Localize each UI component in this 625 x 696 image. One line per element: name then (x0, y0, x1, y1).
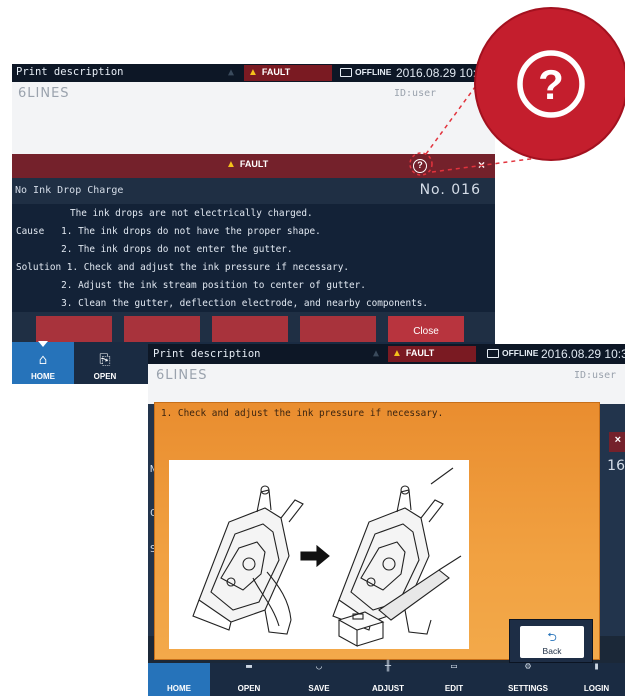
back-button[interactable]: ⮌ Back (520, 626, 584, 658)
dialog-header: ▲ FAULT ? × (12, 154, 495, 178)
dialog-fault-title: ▲ FAULT (226, 159, 269, 170)
message-name: 6LINES (156, 368, 208, 383)
fault-description: The ink drops are not electrically charg… (12, 204, 495, 312)
active-marker (38, 341, 48, 347)
settings-icon: ⚙ (524, 661, 532, 672)
screen-title: Print description (16, 66, 124, 78)
login-icon: ▮ (593, 661, 600, 672)
datetime: 2016.08.29 10:39 (396, 66, 490, 80)
description-line: The ink drops are not electrically charg… (70, 208, 313, 219)
nav-label: HOME (31, 372, 55, 381)
warning-icon: ▲ (226, 159, 236, 170)
status-bar: Print description ▲ ▲ FAULT OFFLINE 2016.… (148, 344, 625, 364)
back-button-frame: ⮌ Back (509, 619, 593, 663)
help-icon[interactable]: ? (413, 159, 427, 173)
back-label: Back (542, 646, 562, 656)
warning-icon: ▲ (392, 348, 402, 359)
status-bar: Print description ▲ ▲ FAULT OFFLINE 2016.… (12, 64, 495, 82)
monitor-icon (487, 349, 499, 359)
warning-icon-dim: ▲ (228, 67, 235, 78)
nav-adjust[interactable]: ╫ ADJUST (355, 661, 421, 696)
solution-line: Solution 1. Check and adjust the ink pre… (16, 262, 350, 273)
ink-pressure-diagram (192, 467, 462, 647)
message-preview: 6LINES ID:user (148, 364, 625, 404)
help-panel: 1. Check and adjust the ink pressure if … (154, 402, 600, 663)
message-row: No Ink Drop Charge No. 016 (12, 182, 495, 202)
cause-line: Cause 1. The ink drops do not have the p… (16, 226, 321, 237)
screen-title: Print description (153, 348, 261, 360)
solution-line: 3. Clean the gutter, deflection electrod… (16, 298, 429, 309)
close-icon[interactable]: × (615, 434, 621, 446)
user-id: ID:user (574, 370, 617, 381)
nav-label: OPEN (93, 372, 117, 381)
instruction-illustration (169, 460, 469, 649)
close-icon[interactable]: × (478, 158, 485, 172)
open-icon: ⎘ (99, 352, 111, 368)
message-preview: 6LINES ID:user (12, 82, 495, 154)
help-screen: Print description ▲ ▲ FAULT OFFLINE 2016.… (148, 344, 625, 696)
nav-settings[interactable]: ⚙ SETTINGS (488, 661, 568, 696)
nav-login[interactable]: ▮ LOGIN (568, 661, 625, 696)
nav-home[interactable]: HOME (148, 663, 210, 696)
bottom-nav: HOME ▬ OPEN ◡ SAVE ╫ ADJUST ▭ EDIT ⚙ SETTINGS… (148, 661, 625, 696)
monitor-icon (340, 68, 352, 78)
user-id: ID:user (394, 88, 437, 99)
help-instruction: 1. Check and adjust the ink pressure if … (161, 408, 444, 419)
nav-save[interactable]: ◡ SAVE (288, 661, 350, 696)
nav-home[interactable]: ⌂ HOME (12, 341, 74, 384)
fault-name: No Ink Drop Charge (15, 185, 124, 196)
nav-open[interactable]: ⎘ OPEN (74, 342, 136, 384)
warning-icon: ▲ (248, 67, 258, 78)
nav-open[interactable]: ▬ OPEN (218, 661, 280, 696)
message-name: 6LINES (18, 86, 70, 101)
edit-icon: ▭ (450, 661, 458, 672)
question-glyph: ? (538, 61, 564, 108)
datetime: 2016.08.29 10:39 (541, 347, 625, 361)
save-icon: ◡ (315, 661, 323, 672)
fault-number-fragment: 16 (607, 458, 625, 474)
nav-edit[interactable]: ▭ EDIT (426, 661, 482, 696)
offline-status: OFFLINE (487, 348, 538, 359)
offline-status: OFFLINE (340, 67, 391, 78)
fault-indicator[interactable]: ▲ FAULT (388, 346, 476, 362)
zoomed-help-icon (475, 8, 625, 160)
main-screen: Print description ▲ ▲ FAULT OFFLINE 2016.… (12, 64, 495, 384)
fault-indicator[interactable]: ▲ FAULT (244, 65, 332, 81)
home-icon: ⌂ (38, 352, 48, 368)
warning-icon-dim: ▲ (373, 348, 380, 359)
solution-line: 2. Adjust the ink stream position to cen… (16, 280, 366, 291)
adjust-icon: ╫ (384, 661, 392, 672)
open-icon: ▬ (245, 661, 253, 672)
cause-line: 2. The ink drops do not enter the gutter… (16, 244, 293, 255)
fault-number: No. 016 (419, 182, 481, 198)
